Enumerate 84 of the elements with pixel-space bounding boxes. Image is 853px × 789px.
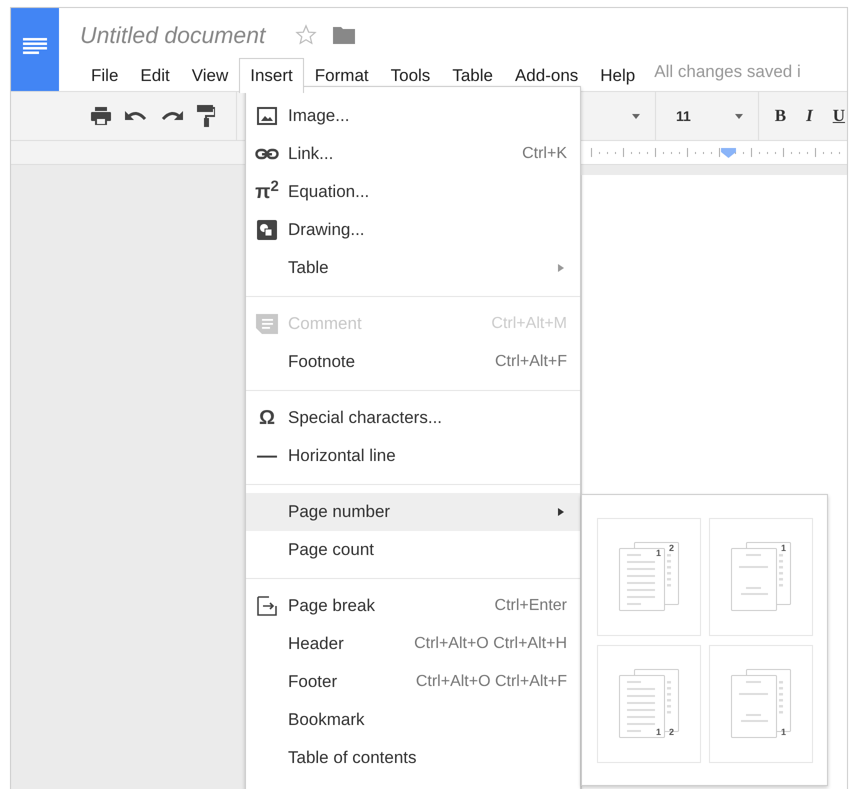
menu-item[interactable]: Image... bbox=[246, 97, 580, 135]
shortcut-label: Ctrl+Alt+O Ctrl+Alt+H bbox=[414, 634, 567, 654]
symbol-icon: — bbox=[257, 446, 277, 466]
menu-item-label: Image... bbox=[288, 105, 350, 128]
page-number-option[interactable]: 1 bbox=[709, 645, 813, 763]
comment-icon bbox=[256, 314, 278, 334]
menu-item-label: Header bbox=[288, 633, 344, 656]
link-icon bbox=[255, 148, 279, 160]
page-number-label: 1 bbox=[656, 728, 662, 737]
menu-item[interactable]: Page break Ctrl+Enter bbox=[246, 587, 580, 625]
page-break-icon bbox=[257, 596, 277, 616]
menu-item-label: Drawing... bbox=[288, 219, 365, 242]
star-icon[interactable] bbox=[295, 24, 318, 46]
menu-item-label: Page break bbox=[288, 595, 375, 618]
symbol-icon: π$^{2}$ bbox=[255, 182, 279, 202]
shortcut-label: Ctrl+Enter bbox=[494, 596, 567, 616]
shortcut-label: Ctrl+Alt+O Ctrl+Alt+F bbox=[416, 672, 567, 692]
menu-bar-item[interactable]: Add-ons bbox=[504, 58, 590, 93]
print-icon[interactable] bbox=[91, 107, 111, 125]
menu-bar-item[interactable]: View bbox=[180, 58, 240, 93]
font-size-value[interactable]: 11 bbox=[676, 106, 691, 126]
menu-bar-item[interactable]: Help bbox=[589, 58, 646, 93]
menu-item[interactable]: Footnote Ctrl+Alt+F bbox=[246, 343, 580, 381]
menu-item-label: Footer bbox=[288, 671, 338, 694]
format-button[interactable]: B bbox=[774, 103, 786, 129]
pages-drawing bbox=[731, 542, 791, 612]
menu-item-label: Page number bbox=[288, 501, 390, 524]
menu-item[interactable]: Header Ctrl+Alt+O Ctrl+Alt+H bbox=[246, 625, 580, 663]
menu-item-label: Link... bbox=[288, 143, 334, 166]
menu-item[interactable]: Ω Special characters... bbox=[246, 399, 580, 437]
menu-item-label: Table bbox=[288, 257, 329, 280]
image-icon bbox=[257, 107, 277, 125]
menu-item[interactable]: Footer Ctrl+Alt+O Ctrl+Alt+F bbox=[246, 663, 580, 701]
menu-item[interactable]: — Horizontal line bbox=[246, 437, 580, 475]
pages-drawing bbox=[619, 542, 679, 612]
page-number-label: 1 bbox=[656, 549, 662, 558]
page-number-label: 1 bbox=[781, 544, 786, 553]
menu-item[interactable]: Bookmark bbox=[246, 701, 580, 739]
menu-item[interactable]: Table of contents bbox=[246, 739, 580, 777]
page-number-option[interactable]: 1 2 bbox=[597, 518, 701, 636]
page-number-label: 2 bbox=[669, 728, 674, 737]
format-button[interactable]: U bbox=[832, 103, 845, 129]
menu-item-label: Page count bbox=[288, 539, 374, 562]
page-number-option[interactable]: 1 bbox=[709, 518, 813, 636]
menu-item-label: Table of contents bbox=[288, 747, 417, 770]
document-title[interactable]: Untitled document bbox=[80, 18, 266, 52]
menu-item[interactable]: Drawing... bbox=[246, 211, 580, 249]
menu-bar-item[interactable]: Insert bbox=[239, 58, 304, 93]
undo-icon[interactable] bbox=[125, 109, 147, 123]
menu-item[interactable]: π$^{2}$ Equation... bbox=[246, 173, 580, 211]
menu-bar-item[interactable]: Tools bbox=[380, 58, 442, 93]
shortcut-label: Ctrl+Alt+F bbox=[494, 352, 567, 372]
menu-bar-item[interactable]: Format bbox=[304, 58, 380, 93]
docs-logo[interactable] bbox=[11, 8, 59, 91]
menu-item-label: Footnote bbox=[288, 351, 356, 374]
menu-bar-item[interactable]: Table bbox=[441, 58, 504, 93]
submenu-arrow-icon bbox=[558, 264, 564, 272]
shortcut-label: Ctrl+K bbox=[522, 144, 567, 164]
folder-icon[interactable] bbox=[333, 26, 356, 44]
paint-roller-icon[interactable] bbox=[197, 105, 215, 127]
menu-bar-item[interactable]: File bbox=[80, 58, 130, 93]
menu-item[interactable]: Page count bbox=[246, 531, 580, 569]
menu-item-label: Equation... bbox=[288, 181, 370, 204]
symbol-icon: Ω bbox=[258, 408, 276, 428]
menu-item[interactable]: Table bbox=[246, 249, 580, 287]
menu-item-label: Horizontal line bbox=[288, 445, 396, 468]
redo-icon[interactable] bbox=[161, 109, 183, 123]
menu-item-label: Special characters... bbox=[288, 407, 442, 430]
format-button[interactable]: I bbox=[806, 103, 813, 129]
page-number-label: 2 bbox=[669, 544, 674, 553]
save-status: All changes saved i bbox=[654, 60, 801, 82]
caret-icon[interactable] bbox=[734, 114, 743, 118]
submenu-arrow-icon bbox=[558, 508, 564, 516]
page-number-label: 1 bbox=[781, 728, 786, 737]
menu-bar-item[interactable]: Edit bbox=[129, 58, 181, 93]
page-number-option[interactable]: 1 2 bbox=[597, 645, 701, 763]
pages-drawing bbox=[619, 669, 679, 739]
menu-item[interactable]: Link... Ctrl+K bbox=[246, 135, 580, 173]
caret-icon[interactable] bbox=[632, 114, 640, 118]
lines-icon bbox=[23, 38, 47, 54]
menu-item-label: Bookmark bbox=[288, 709, 365, 732]
pages-drawing bbox=[731, 669, 791, 739]
drawing-icon bbox=[257, 220, 277, 240]
menu-item[interactable]: Page number bbox=[246, 493, 580, 531]
